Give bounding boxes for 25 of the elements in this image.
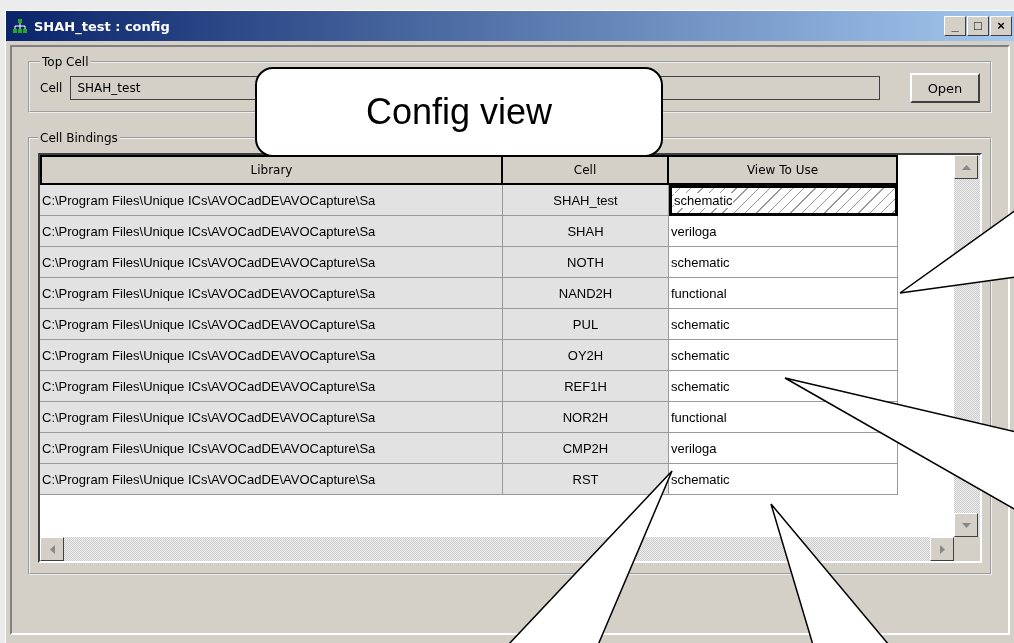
group-label: Top Cell [41,55,90,69]
table-cell: C:\Program Files\Unique ICs\AVOCadDE\AVOCapture\Sa [40,309,503,340]
table-cell: C:\Program Files\Unique ICs\AVOCadDE\AVOCapture\Sa [40,185,503,216]
table-cell: NAND2H [503,278,669,309]
table-cell: CMP2H [503,433,669,464]
table-cell: C:\Program Files\Unique ICs\AVOCadDE\AVOCapture\Sa [40,433,503,464]
table-cell: C:\Program Files\Unique ICs\AVOCadDE\AVOCapture\Sa [40,216,503,247]
table-cell: PUL [503,309,669,340]
table-cell: C:\Program Files\Unique ICs\AVOCadDE\AVOCapture\Sa [40,247,503,278]
table-cell: C:\Program Files\Unique ICs\AVOCadDE\AVOCapture\Sa [40,340,503,371]
field-label: Cell [40,81,63,95]
table-cell: SHAH_test [503,185,669,216]
table-cell: OY2H [503,340,669,371]
callout-tooltip: Config view [255,67,663,157]
table-cell: NOR2H [503,402,669,433]
table-cell: RST [503,464,669,495]
window-title: SHAH_test : config [34,18,171,34]
table-cell: C:\Program Files\Unique ICs\AVOCadDE\AVOCapture\Sa [40,464,503,495]
table-cell: REF1H [503,371,669,402]
table-cell: C:\Program Files\Unique ICs\AVOCadDE\AVOCapture\Sa [40,278,503,309]
table-cell: C:\Program Files\Unique ICs\AVOCadDE\AVOCapture\Sa [40,402,503,433]
table-cell: NOTH [503,247,669,278]
table-cell: C:\Program Files\Unique ICs\AVOCadDE\AVOCapture\Sa [40,371,503,402]
group-label: Cell Bindings [39,131,119,145]
table-cell: SHAH [503,216,669,247]
